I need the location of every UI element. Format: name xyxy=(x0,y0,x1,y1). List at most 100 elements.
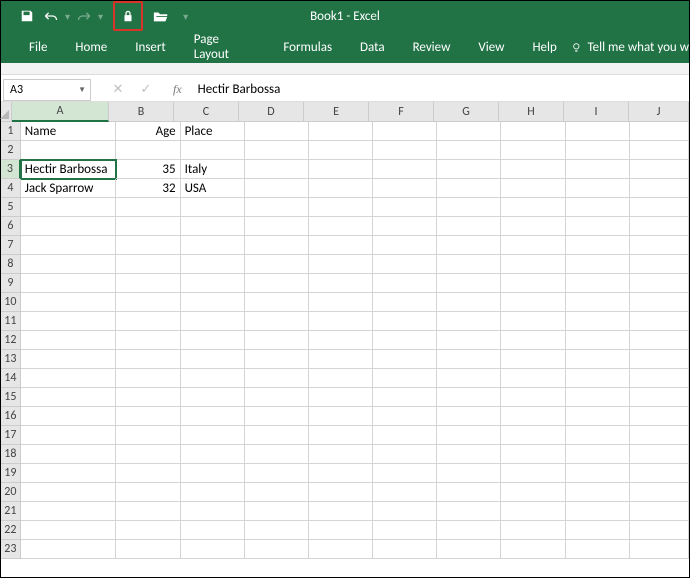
cell-D6[interactable] xyxy=(245,217,309,236)
fx-icon[interactable]: fx xyxy=(173,82,182,97)
qat-customize-icon[interactable]: ▾ xyxy=(181,10,190,23)
row-header-5[interactable]: 5 xyxy=(1,198,21,217)
column-header-J[interactable]: J xyxy=(629,102,689,122)
cell-D22[interactable] xyxy=(245,521,309,540)
row-header-15[interactable]: 15 xyxy=(1,388,21,407)
undo-icon[interactable] xyxy=(39,4,63,28)
cell-C2[interactable] xyxy=(181,141,245,160)
cell-A9[interactable] xyxy=(21,274,117,293)
tab-page-layout[interactable]: Page Layout xyxy=(180,31,270,63)
row-header-12[interactable]: 12 xyxy=(1,331,21,350)
cell-H1[interactable] xyxy=(501,122,565,141)
row-header-9[interactable]: 9 xyxy=(1,274,21,293)
cell-A12[interactable] xyxy=(21,331,117,350)
cell-B8[interactable] xyxy=(116,255,180,274)
cell-J14[interactable] xyxy=(630,369,689,388)
column-header-E[interactable]: E xyxy=(304,102,369,122)
cell-G3[interactable] xyxy=(437,160,501,179)
cancel-icon[interactable]: ✕ xyxy=(109,82,127,97)
cell-B4[interactable]: 32 xyxy=(116,179,180,198)
cell-C6[interactable] xyxy=(181,217,245,236)
save-icon[interactable] xyxy=(15,4,39,28)
cell-A17[interactable] xyxy=(21,426,117,445)
cell-J22[interactable] xyxy=(630,521,689,540)
cell-G23[interactable] xyxy=(437,540,501,559)
cell-D17[interactable] xyxy=(245,426,309,445)
cell-I15[interactable] xyxy=(566,388,630,407)
cell-H2[interactable] xyxy=(501,141,565,160)
cell-I23[interactable] xyxy=(566,540,630,559)
tell-me-search[interactable]: Tell me what you w xyxy=(571,40,689,55)
tab-review[interactable]: Review xyxy=(399,31,465,63)
cell-G11[interactable] xyxy=(437,312,501,331)
cell-A13[interactable] xyxy=(21,350,117,369)
cell-B5[interactable] xyxy=(116,198,180,217)
cell-A8[interactable] xyxy=(21,255,117,274)
cell-D4[interactable] xyxy=(245,179,309,198)
cell-A19[interactable] xyxy=(21,464,117,483)
cell-G7[interactable] xyxy=(437,236,501,255)
cell-A16[interactable] xyxy=(21,407,117,426)
cell-C16[interactable] xyxy=(181,407,245,426)
cell-H19[interactable] xyxy=(501,464,565,483)
cell-F9[interactable] xyxy=(373,274,437,293)
column-header-D[interactable]: D xyxy=(239,102,304,122)
row-header-3[interactable]: 3 xyxy=(1,160,21,179)
cell-A10[interactable] xyxy=(21,293,117,312)
cell-G4[interactable] xyxy=(437,179,501,198)
cell-H7[interactable] xyxy=(501,236,565,255)
cell-G18[interactable] xyxy=(437,445,501,464)
cell-I12[interactable] xyxy=(566,331,630,350)
cell-E16[interactable] xyxy=(309,407,373,426)
cell-D8[interactable] xyxy=(245,255,309,274)
cell-A3[interactable]: Hectir Barbossa xyxy=(21,160,117,179)
cell-D5[interactable] xyxy=(245,198,309,217)
cell-G19[interactable] xyxy=(437,464,501,483)
enter-icon[interactable]: ✓ xyxy=(137,82,155,97)
cell-F17[interactable] xyxy=(373,426,437,445)
cell-D3[interactable] xyxy=(245,160,309,179)
cell-H10[interactable] xyxy=(501,293,565,312)
cell-A21[interactable] xyxy=(21,502,117,521)
column-header-I[interactable]: I xyxy=(564,102,629,122)
cell-A18[interactable] xyxy=(21,445,117,464)
column-header-C[interactable]: C xyxy=(174,102,239,122)
row-header-10[interactable]: 10 xyxy=(1,293,21,312)
cell-G13[interactable] xyxy=(437,350,501,369)
cell-G15[interactable] xyxy=(437,388,501,407)
cell-D11[interactable] xyxy=(245,312,309,331)
cell-I11[interactable] xyxy=(566,312,630,331)
cell-C22[interactable] xyxy=(181,521,245,540)
cell-D21[interactable] xyxy=(245,502,309,521)
cell-E23[interactable] xyxy=(309,540,373,559)
cell-H5[interactable] xyxy=(501,198,565,217)
cell-I10[interactable] xyxy=(566,293,630,312)
cell-C4[interactable]: USA xyxy=(181,179,245,198)
cell-F22[interactable] xyxy=(373,521,437,540)
cell-E3[interactable] xyxy=(309,160,373,179)
cell-I17[interactable] xyxy=(566,426,630,445)
column-header-H[interactable]: H xyxy=(499,102,564,122)
cell-A1[interactable]: Name xyxy=(21,122,117,141)
row-header-6[interactable]: 6 xyxy=(1,217,21,236)
cell-I18[interactable] xyxy=(566,445,630,464)
cell-J19[interactable] xyxy=(630,464,689,483)
cell-I16[interactable] xyxy=(566,407,630,426)
cell-I1[interactable] xyxy=(566,122,630,141)
cell-A22[interactable] xyxy=(21,521,117,540)
cell-G16[interactable] xyxy=(437,407,501,426)
cell-E1[interactable] xyxy=(309,122,373,141)
cell-H17[interactable] xyxy=(501,426,565,445)
cell-F15[interactable] xyxy=(373,388,437,407)
cell-F11[interactable] xyxy=(373,312,437,331)
cell-E18[interactable] xyxy=(309,445,373,464)
cell-C20[interactable] xyxy=(181,483,245,502)
cell-H12[interactable] xyxy=(501,331,565,350)
cell-J5[interactable] xyxy=(630,198,689,217)
cell-B17[interactable] xyxy=(116,426,180,445)
cell-D12[interactable] xyxy=(245,331,309,350)
tab-home[interactable]: Home xyxy=(61,31,121,63)
cell-J10[interactable] xyxy=(630,293,689,312)
cell-D20[interactable] xyxy=(245,483,309,502)
cell-J7[interactable] xyxy=(630,236,689,255)
